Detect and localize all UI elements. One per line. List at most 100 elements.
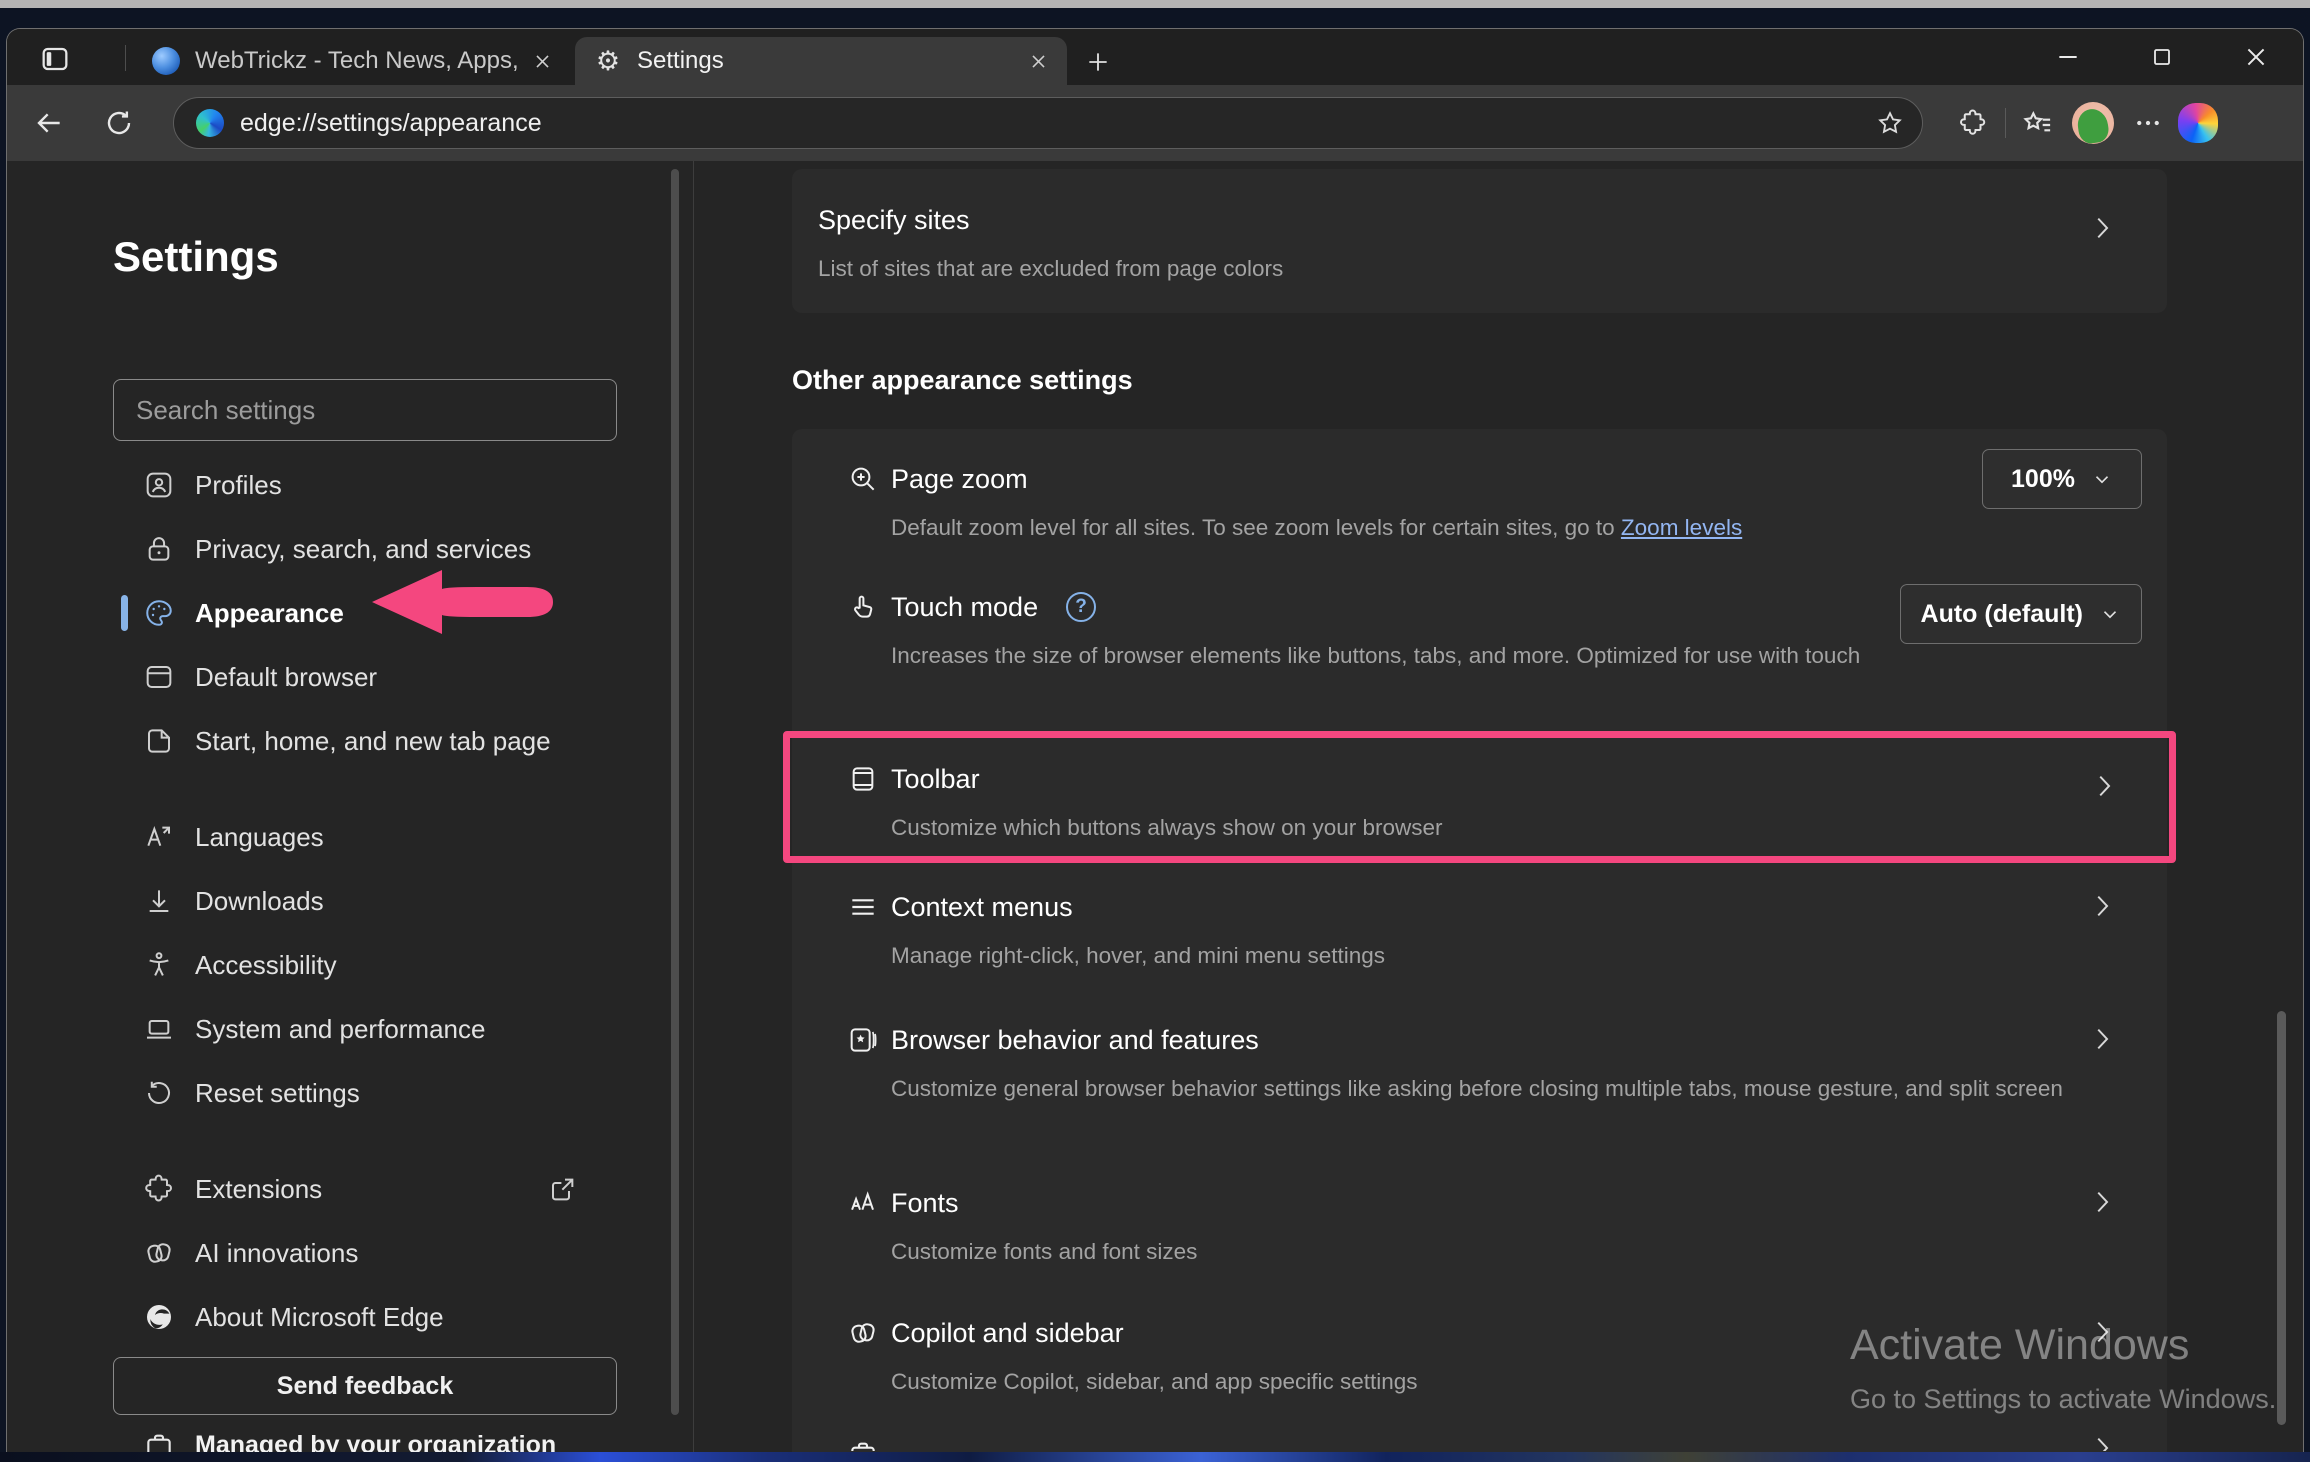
browser-behavior-row[interactable]: Browser behavior and features Customize … <box>792 996 2167 1161</box>
fonts-icon <box>847 1187 879 1219</box>
chevron-right-icon[interactable] <box>2087 1317 2117 1347</box>
gear-icon: ⚙ <box>593 46 623 76</box>
row-title: Specify sites <box>818 205 970 236</box>
row-title: Context menus <box>891 892 1073 923</box>
lock-icon <box>143 533 175 565</box>
browser-window: WebTrickz - Tech News, Apps, How ⚙ Setti… <box>6 28 2304 1452</box>
globe-icon <box>151 46 181 76</box>
sidebar-item-label: Privacy, search, and services <box>195 534 531 565</box>
sidebar-item-start-home[interactable]: Start, home, and new tab page <box>7 709 667 773</box>
chevron-right-icon[interactable] <box>2087 213 2117 243</box>
managed-by-org[interactable]: Managed by your organization <box>143 1429 556 1452</box>
sidebar-item-privacy[interactable]: Privacy, search, and services <box>7 517 667 581</box>
sidebar-item-label: Downloads <box>195 886 324 917</box>
row-title: Toolbar <box>891 764 980 795</box>
toolbar-row-highlighted[interactable]: Toolbar Customize which buttons always s… <box>783 731 2176 863</box>
sidebar-item-ai-innovations[interactable]: AI innovations <box>7 1221 667 1285</box>
sidebar-item-system[interactable]: System and performance <box>7 997 667 1061</box>
context-menus-row[interactable]: Context menus Manage right-click, hover,… <box>792 863 2167 996</box>
row-subtitle: Customize fonts and font sizes <box>891 1233 2142 1271</box>
briefcase-icon <box>847 1437 879 1451</box>
close-button[interactable] <box>2209 29 2303 85</box>
address-bar[interactable]: edge://settings/appearance <box>173 97 1923 149</box>
desktop-edge-strip <box>0 0 2310 8</box>
send-feedback-button[interactable]: Send feedback <box>113 1357 617 1415</box>
dropdown-value: 100% <box>2011 465 2075 494</box>
favorite-star-icon[interactable] <box>1868 101 1912 145</box>
new-tab-button[interactable] <box>1079 43 1117 81</box>
url-text[interactable]: edge://settings/appearance <box>240 109 1868 138</box>
languages-icon <box>143 821 175 853</box>
download-icon <box>143 885 175 917</box>
row-subtitle: Customize which buttons always show on y… <box>891 809 2142 847</box>
chevron-right-icon[interactable] <box>2087 891 2117 921</box>
minimize-button[interactable] <box>2021 29 2115 85</box>
close-tab-icon[interactable] <box>527 46 557 76</box>
tab-title: Settings <box>637 47 1015 75</box>
specify-sites-row[interactable]: Specify sites List of sites that are exc… <box>792 169 2167 288</box>
more-menu-icon[interactable] <box>2124 99 2172 147</box>
tab-settings[interactable]: ⚙ Settings <box>575 37 1067 85</box>
sidebar-scrollbar[interactable] <box>671 169 679 1415</box>
browser-window-icon <box>143 661 175 693</box>
settings-page: Settings Profiles Privacy, search, and s… <box>7 161 2303 1452</box>
chevron-right-icon <box>2087 1433 2117 1451</box>
maximize-button[interactable] <box>2115 29 2209 85</box>
sidebar-item-label: Appearance <box>195 598 344 629</box>
sidebar-item-default-browser[interactable]: Default browser <box>7 645 667 709</box>
sidebar-item-reset[interactable]: Reset settings <box>7 1061 667 1125</box>
sidebar-item-label: Start, home, and new tab page <box>195 726 551 757</box>
touch-mode-row: Touch mode ? Increases the size of brows… <box>792 561 2167 731</box>
sidebar-item-accessibility[interactable]: Accessibility <box>7 933 667 997</box>
sidebar-item-languages[interactable]: Languages <box>7 805 667 869</box>
row-subtitle: Manage right-click, hover, and mini menu… <box>891 937 2142 975</box>
tab-strip: WebTrickz - Tech News, Apps, How ⚙ Setti… <box>7 29 2303 85</box>
chevron-right-icon[interactable] <box>2087 1187 2117 1217</box>
sidebar-item-appearance[interactable]: Appearance <box>7 581 667 645</box>
edge-logo-white-icon <box>143 1301 175 1333</box>
extensions-icon[interactable] <box>1949 99 1997 147</box>
tab-actions-menu-icon[interactable] <box>31 40 79 78</box>
sidebar-item-downloads[interactable]: Downloads <box>7 869 667 933</box>
favorites-icon[interactable] <box>2014 99 2062 147</box>
toolbar-divider <box>2005 108 2006 138</box>
other-appearance-card: Page zoom Default zoom level for all sit… <box>792 429 2167 1452</box>
sidebar-item-label: Reset settings <box>195 1078 360 1109</box>
row-title: Browser behavior and features <box>891 1025 1259 1056</box>
profile-avatar[interactable] <box>2072 102 2114 144</box>
content-scrollbar[interactable] <box>2277 1011 2286 1425</box>
row-subtitle: Customize Copilot, sidebar, and app spec… <box>891 1363 2142 1401</box>
browser-toolbar: edge://settings/appearance <box>7 85 2303 161</box>
edge-logo-icon <box>196 109 224 137</box>
chevron-down-icon <box>2099 603 2121 625</box>
fonts-row[interactable]: Fonts Customize fonts and font sizes <box>792 1161 2167 1291</box>
copilot-sidebar-row[interactable]: Copilot and sidebar Customize Copilot, s… <box>792 1291 2167 1421</box>
briefcase-icon <box>143 1429 175 1452</box>
accessibility-icon <box>143 949 175 981</box>
copilot-icon[interactable] <box>2178 103 2218 143</box>
sidebar-item-extensions[interactable]: Extensions <box>7 1157 667 1221</box>
row-subtitle: Increases the size of browser elements l… <box>891 637 1881 675</box>
settings-content: Specify sites List of sites that are exc… <box>693 161 2303 1452</box>
help-icon[interactable]: ? <box>1066 592 1096 622</box>
chevron-right-icon[interactable] <box>2089 771 2119 801</box>
zoom-in-icon <box>847 463 879 495</box>
touch-mode-dropdown[interactable]: Auto (default) <box>1900 584 2142 644</box>
copilot-outline-icon <box>143 1237 175 1269</box>
sidebar-item-about[interactable]: About Microsoft Edge <box>7 1285 667 1349</box>
search-input[interactable] <box>113 379 617 441</box>
touch-icon <box>847 591 879 623</box>
refresh-button[interactable] <box>93 97 145 149</box>
zoom-levels-link[interactable]: Zoom levels <box>1621 515 1742 540</box>
close-tab-icon[interactable] <box>1023 46 1053 76</box>
laptop-icon <box>143 1013 175 1045</box>
screen: WebTrickz - Tech News, Apps, How ⚙ Setti… <box>0 0 2310 1462</box>
tab-webtrickz[interactable]: WebTrickz - Tech News, Apps, How <box>133 37 571 85</box>
back-button[interactable] <box>23 97 75 149</box>
puzzle-icon <box>143 1173 175 1205</box>
page-zoom-dropdown[interactable]: 100% <box>1982 449 2142 509</box>
sidebar-item-profiles[interactable]: Profiles <box>7 453 667 517</box>
row-subtitle: List of sites that are excluded from pag… <box>818 250 2142 288</box>
profile-icon <box>143 469 175 501</box>
chevron-right-icon[interactable] <box>2087 1024 2117 1054</box>
